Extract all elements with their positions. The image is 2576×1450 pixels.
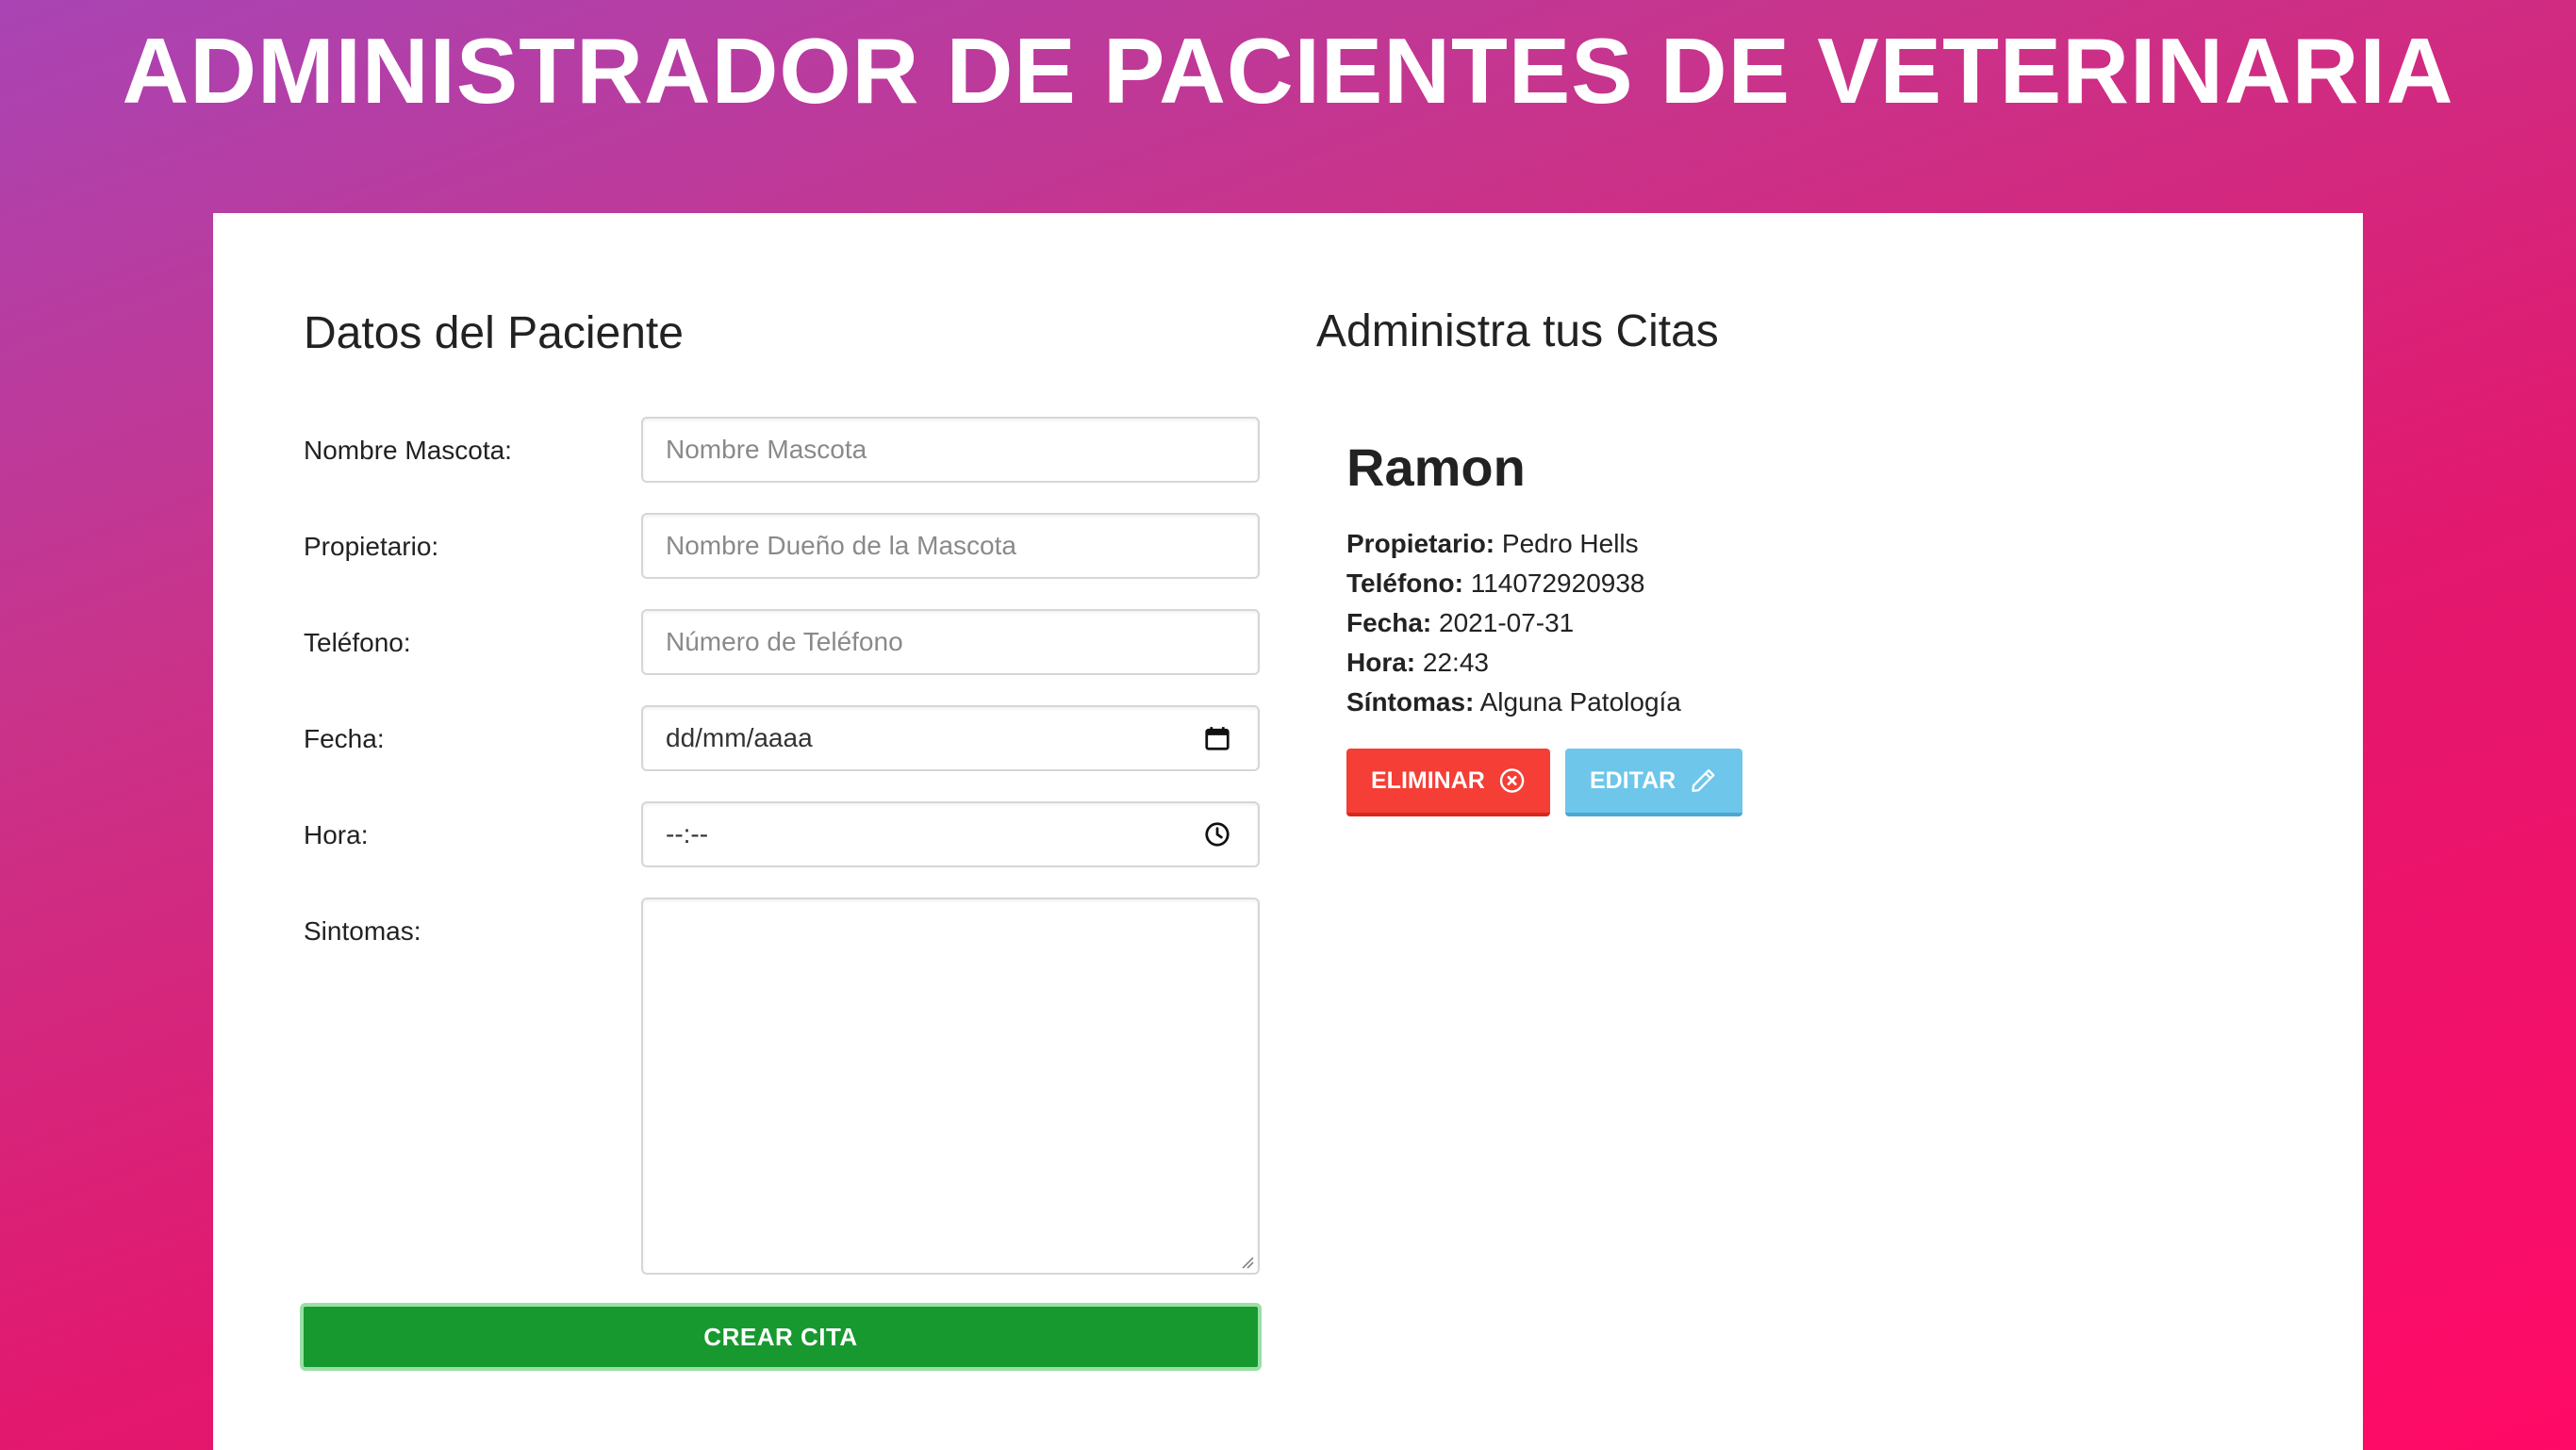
owner-detail-label: Propietario: [1346, 529, 1495, 558]
appointment-actions: ELIMINAR EDITAR [1346, 749, 2195, 816]
edit-button[interactable]: EDITAR [1565, 749, 1742, 816]
time-value: --:-- [666, 819, 709, 849]
clock-icon[interactable] [1203, 820, 1231, 849]
appointment-details: Propietario: Pedro Hells Teléfono: 11407… [1346, 524, 2195, 722]
appointment-phone-line: Teléfono: 114072920938 [1346, 564, 2195, 603]
appointment-date-line: Fecha: 2021-07-31 [1346, 603, 2195, 643]
time-detail-value: 22:43 [1422, 648, 1489, 677]
symptoms-detail-value: Alguna Patología [1479, 687, 1681, 717]
owner-input[interactable]: Nombre Dueño de la Mascota [641, 513, 1260, 579]
date-detail-label: Fecha: [1346, 608, 1432, 637]
calendar-icon[interactable] [1203, 724, 1231, 752]
edit-button-label: EDITAR [1590, 766, 1676, 794]
create-appointment-button[interactable]: CREAR CITA [300, 1303, 1262, 1371]
phone-input[interactable]: Número de Teléfono [641, 609, 1260, 675]
pencil-icon [1692, 768, 1715, 793]
pet-name-label: Nombre Mascota: [304, 436, 512, 465]
appointment-time-line: Hora: 22:43 [1346, 643, 2195, 683]
owner-label: Propietario: [304, 532, 439, 561]
appointment-owner-line: Propietario: Pedro Hells [1346, 524, 2195, 564]
pet-name-placeholder: Nombre Mascota [666, 435, 867, 464]
phone-placeholder: Número de Teléfono [666, 627, 903, 656]
form-title: Datos del Paciente [304, 308, 684, 358]
owner-detail-value: Pedro Hells [1501, 529, 1639, 558]
delete-button-label: ELIMINAR [1371, 766, 1485, 794]
phone-label: Teléfono: [304, 628, 411, 657]
appointment-symptoms-line: Síntomas: Alguna Patología [1346, 683, 2195, 722]
date-value: dd/mm/aaaa [666, 723, 813, 752]
appointments-title: Administra tus Citas [1316, 306, 1719, 356]
appointment-card: Ramon Propietario: Pedro Hells Teléfono:… [1346, 437, 2195, 816]
time-detail-label: Hora: [1346, 648, 1416, 677]
time-input[interactable]: --:-- [641, 801, 1260, 867]
symptoms-label: Sintomas: [304, 916, 421, 946]
symptoms-detail-label: Síntomas: [1346, 687, 1475, 717]
x-circle-icon [1499, 768, 1525, 793]
page-title: ADMINISTRADOR DE PACIENTES DE VETERINARI… [122, 19, 2454, 123]
time-label: Hora: [304, 820, 369, 849]
date-input[interactable]: dd/mm/aaaa [641, 705, 1260, 771]
resize-handle-icon[interactable] [1239, 1254, 1254, 1269]
date-label: Fecha: [304, 724, 385, 753]
appointment-pet-name: Ramon [1346, 437, 1526, 497]
delete-button[interactable]: ELIMINAR [1346, 749, 1550, 816]
symptoms-textarea[interactable] [641, 898, 1260, 1275]
owner-placeholder: Nombre Dueño de la Mascota [666, 531, 1016, 560]
main-card: Datos del Paciente Nombre Mascota: Nombr… [213, 213, 2363, 1450]
phone-detail-label: Teléfono: [1346, 568, 1463, 598]
phone-detail-value: 114072920938 [1470, 568, 1645, 598]
date-detail-value: 2021-07-31 [1439, 608, 1575, 637]
pet-name-input[interactable]: Nombre Mascota [641, 417, 1260, 483]
